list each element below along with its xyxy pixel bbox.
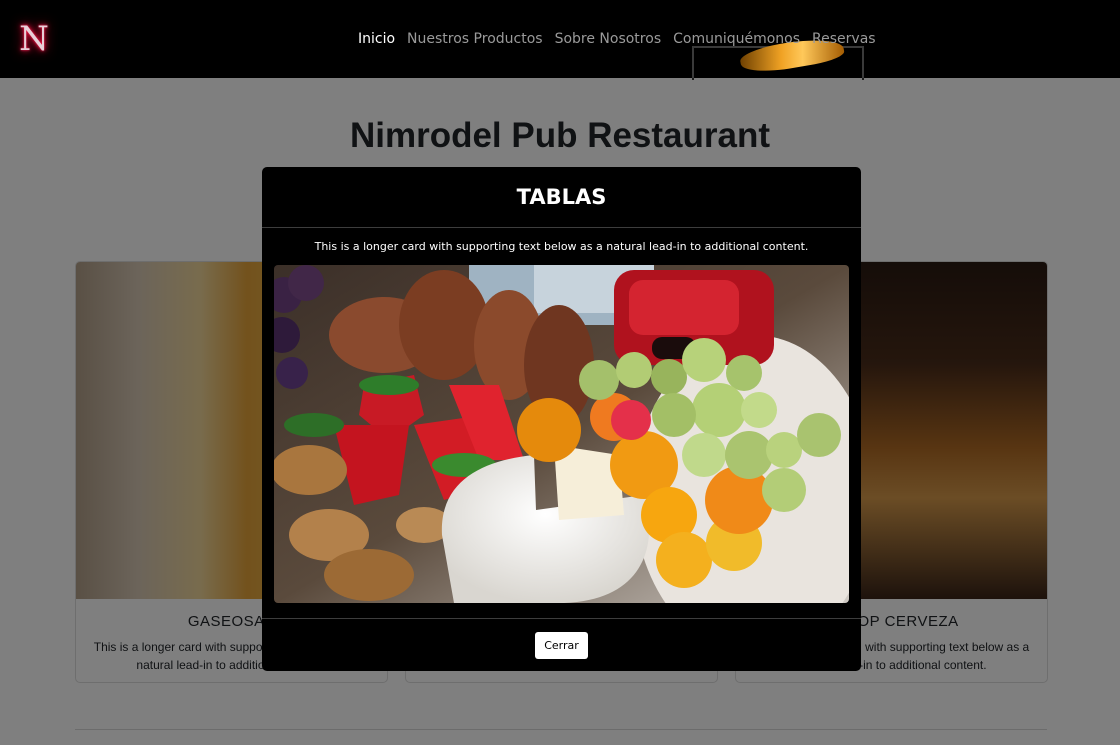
modal-body: This is a longer card with supporting te… <box>262 228 861 603</box>
cheese-board-photo <box>274 265 849 603</box>
product-modal: TABLAS This is a longer card with suppor… <box>262 167 861 671</box>
nav-link-productos[interactable]: Nuestros Productos <box>407 31 543 47</box>
close-button[interactable]: Cerrar <box>535 631 588 659</box>
nav-link-inicio[interactable]: Inicio <box>358 31 395 47</box>
drink-glass-image <box>692 46 864 80</box>
modal-title: TABLAS <box>516 185 607 209</box>
nav-link-reservas[interactable]: Reservas <box>812 31 876 47</box>
nav-link-sobre-nosotros[interactable]: Sobre Nosotros <box>555 31 662 47</box>
modal-text: This is a longer card with supporting te… <box>314 240 809 253</box>
brand-logo[interactable]: N <box>18 20 50 58</box>
nav-link-comuniquemonos[interactable]: Comuniquémonos <box>673 31 800 47</box>
modal-header: TABLAS <box>262 167 861 228</box>
nav-menu: Inicio Nuestros Productos Sobre Nosotros… <box>358 31 876 47</box>
modal-footer: Cerrar <box>262 618 861 671</box>
navbar: N Inicio Nuestros Productos Sobre Nosotr… <box>0 0 1120 80</box>
